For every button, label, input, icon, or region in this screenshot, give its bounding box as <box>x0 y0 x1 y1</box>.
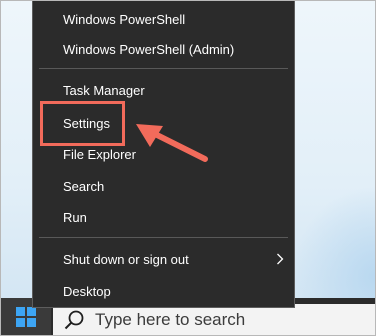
menu-divider <box>39 68 288 69</box>
settings-highlight-box <box>40 101 125 146</box>
menu-item-label: Desktop <box>63 283 111 299</box>
windows-logo-icon <box>16 306 36 327</box>
search-placeholder: Type here to search <box>95 309 246 329</box>
menu-item-windows-powershell[interactable]: Windows PowerShell <box>33 4 294 34</box>
menu-divider <box>39 237 288 238</box>
menu-item-label: Shut down or sign out <box>63 251 189 267</box>
menu-item-label: Windows PowerShell <box>63 11 186 27</box>
menu-item-label: Task Manager <box>63 82 145 98</box>
menu-item-desktop[interactable]: Desktop <box>33 276 294 306</box>
arrow-icon <box>136 124 208 162</box>
menu-item-search[interactable]: Search <box>33 171 294 201</box>
menu-item-label: File Explorer <box>63 146 136 162</box>
menu-item-label: Search <box>63 178 105 194</box>
menu-item-label: Run <box>63 209 87 225</box>
chevron-right-icon <box>277 253 284 265</box>
screen: Type here to search Windows PowerShell W… <box>0 0 376 336</box>
menu-item-shut-down[interactable]: Shut down or sign out <box>33 244 294 274</box>
menu-item-run[interactable]: Run <box>33 202 294 232</box>
taskbar-search-box[interactable]: Type here to search <box>53 304 375 335</box>
desktop-background <box>291 186 375 316</box>
menu-item-label: Windows PowerShell (Admin) <box>63 41 235 57</box>
search-icon <box>64 310 84 329</box>
menu-item-windows-powershell-admin[interactable]: Windows PowerShell (Admin) <box>33 34 294 64</box>
